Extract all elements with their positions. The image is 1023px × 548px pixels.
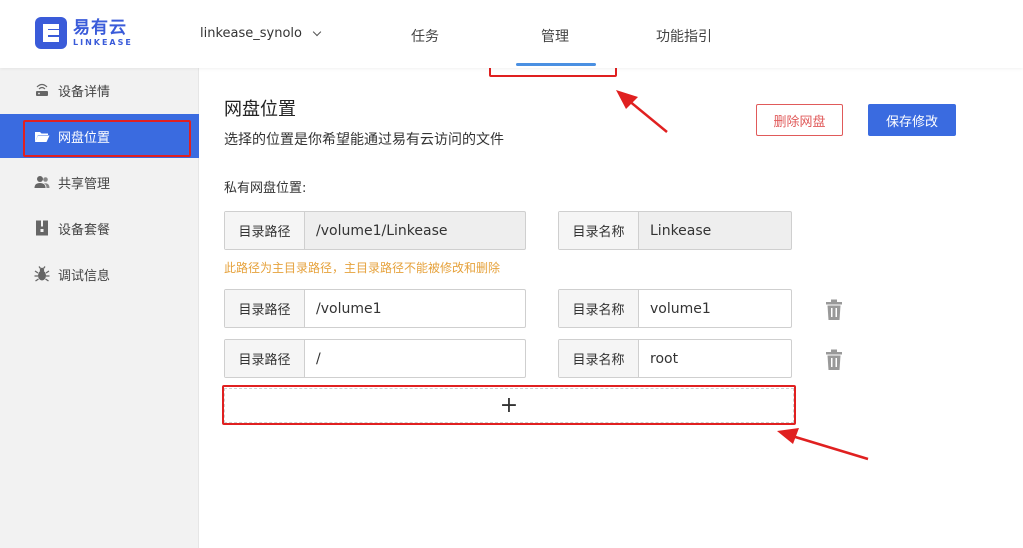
name-label: 目录名称 (559, 290, 639, 327)
tab-guide[interactable]: 功能指引 (656, 26, 712, 46)
sidebar-item-label: 共享管理 (58, 176, 111, 192)
tab-tasks[interactable]: 任务 (411, 26, 439, 46)
top-header: 易有云 LINKEASE linkease_synolo 任务 管理 功能指引 (0, 0, 1023, 68)
main-path-hint: 此路径为主目录路径，主目录路径不能被修改和删除 (224, 261, 501, 275)
folder-open-icon (34, 129, 50, 143)
name-field[interactable]: 目录名称 root (558, 339, 792, 378)
main-path-field: 目录路径 /volume1/Linkease (224, 211, 526, 250)
path-label: 目录路径 (225, 212, 305, 249)
section-label: 私有网盘位置: (224, 181, 307, 196)
name-input[interactable]: root (639, 340, 791, 377)
page-title: 网盘位置 (224, 99, 296, 120)
path-field[interactable]: 目录路径 / (224, 339, 526, 378)
active-tab-indicator (516, 63, 596, 66)
package-icon (34, 220, 50, 236)
logo-text-cn: 易有云 (73, 18, 127, 38)
sidebar-item-share-management[interactable]: 共享管理 (0, 160, 199, 204)
sidebar-item-label: 设备套餐 (58, 222, 111, 238)
name-label: 目录名称 (559, 212, 639, 249)
sidebar: 设备详情 网盘位置 共享管理 设备套餐 调试信息 (0, 68, 199, 548)
sidebar-item-device-package[interactable]: 设备套餐 (0, 206, 199, 250)
page-subtitle: 选择的位置是你希望能通过易有云访问的文件 (224, 132, 504, 148)
users-icon (34, 175, 50, 189)
path-label: 目录路径 (225, 290, 305, 327)
tab-manage[interactable]: 管理 (541, 26, 569, 46)
main-path-value: /volume1/Linkease (316, 222, 448, 239)
name-label: 目录名称 (559, 340, 639, 377)
logo-icon (35, 17, 67, 49)
path-label: 目录路径 (225, 340, 305, 377)
name-field[interactable]: 目录名称 volume1 (558, 289, 792, 328)
device-name: linkease_synolo (200, 26, 302, 41)
trash-icon[interactable] (825, 299, 843, 321)
save-changes-button[interactable]: 保存修改 (868, 104, 956, 136)
path-field[interactable]: 目录路径 /volume1 (224, 289, 526, 328)
chevron-down-icon (312, 27, 322, 36)
add-location-button[interactable]: + (224, 388, 794, 423)
sidebar-item-device-details[interactable]: 设备详情 (0, 68, 199, 112)
sidebar-item-label: 设备详情 (58, 84, 111, 100)
logo-text-en: LINKEASE (73, 38, 133, 47)
sidebar-item-label: 调试信息 (58, 268, 111, 284)
delete-drive-button[interactable]: 删除网盘 (756, 104, 843, 136)
trash-icon[interactable] (825, 349, 843, 371)
annotation-arrow-manage (616, 90, 668, 133)
name-input[interactable]: volume1 (639, 290, 791, 327)
logo[interactable]: 易有云 LINKEASE (35, 17, 133, 49)
sidebar-item-label: 网盘位置 (58, 130, 111, 146)
sidebar-item-drive-location[interactable]: 网盘位置 (0, 114, 199, 158)
annotation-arrow-add (777, 428, 869, 461)
main-name-value: Linkease (650, 222, 712, 239)
sidebar-item-debug-info[interactable]: 调试信息 (0, 252, 199, 296)
device-select[interactable]: linkease_synolo (200, 26, 322, 41)
path-input[interactable]: /volume1 (305, 290, 525, 327)
path-input[interactable]: / (305, 340, 525, 377)
bug-icon (34, 266, 50, 282)
main-name-field: 目录名称 Linkease (558, 211, 792, 250)
router-icon (34, 83, 50, 97)
